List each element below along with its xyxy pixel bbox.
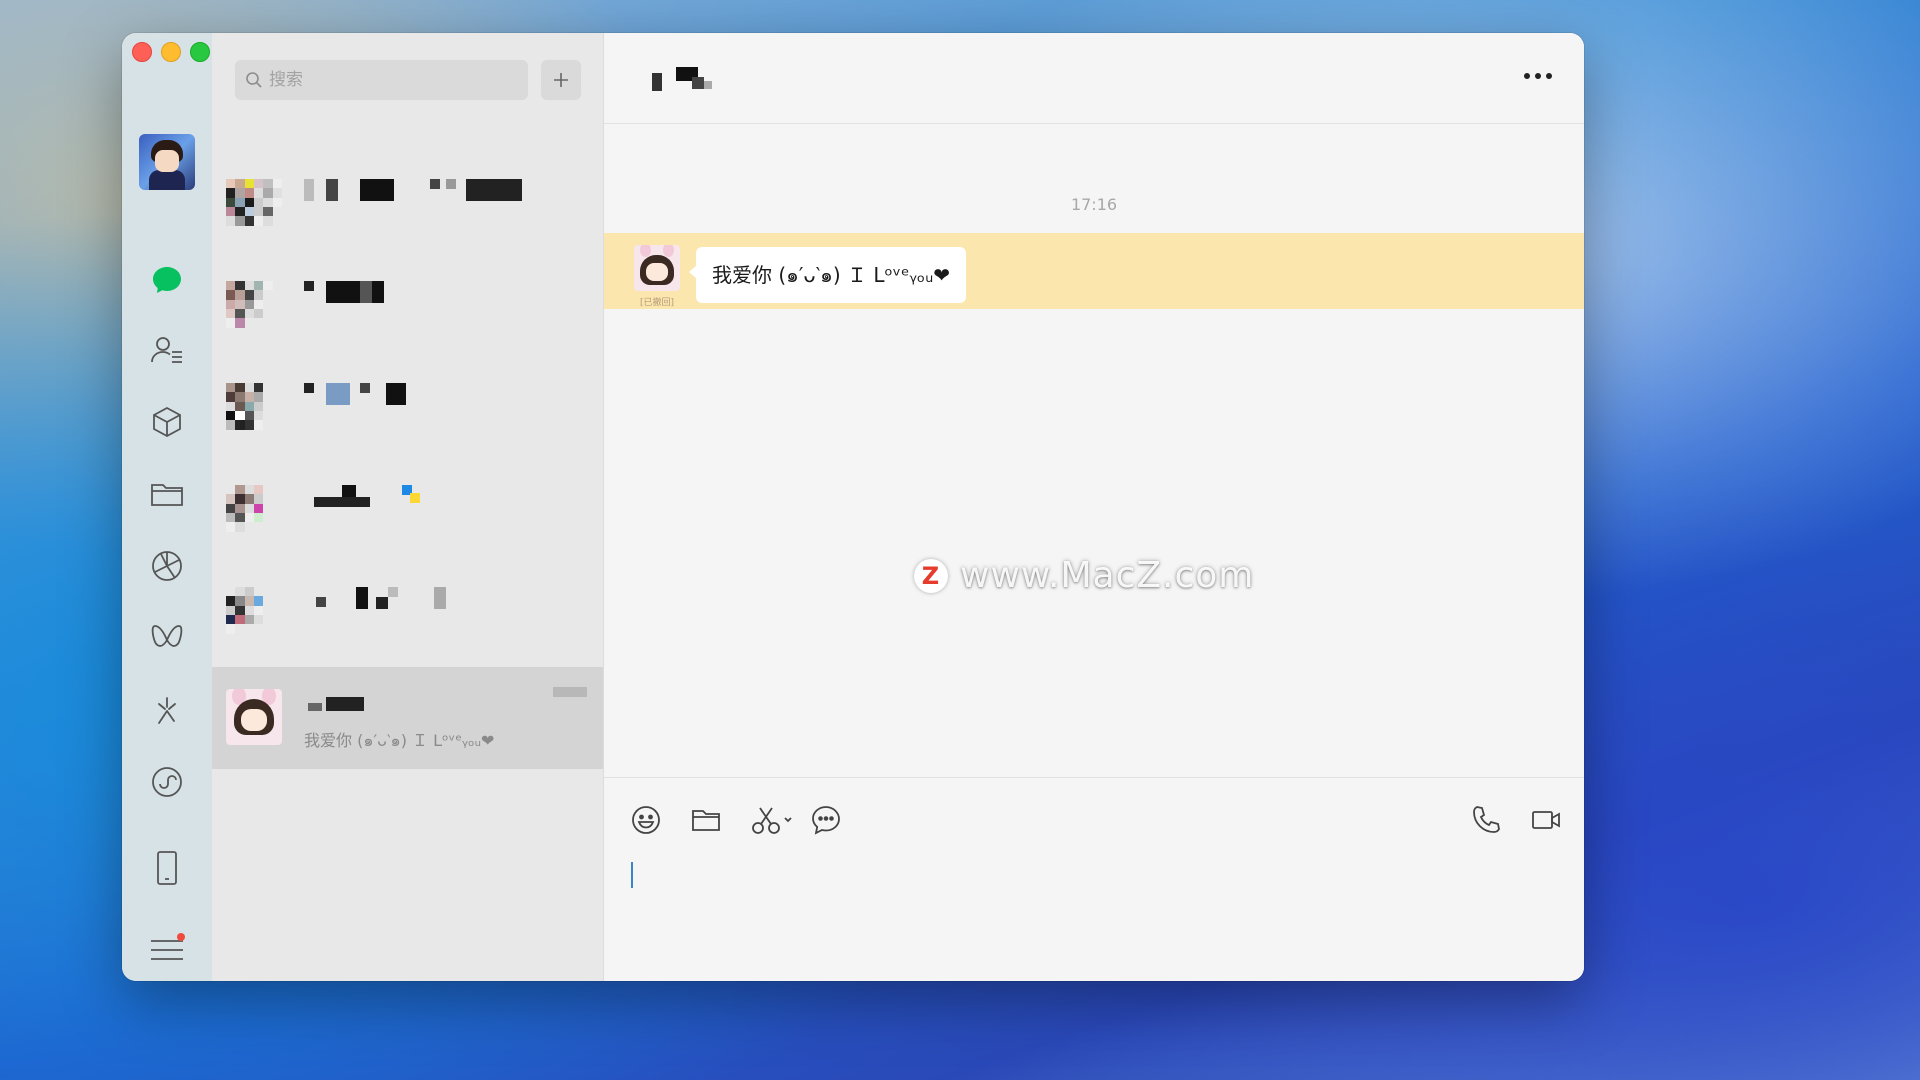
- wechat-window: 我爱你 (๑′ᴗ‵๑) Ｉ Lᵒᵛᵉᵧₒᵤ❤ 17:16 [已撤回] 我爱你 (…: [122, 33, 1584, 981]
- conversation-avatar: [226, 689, 282, 745]
- watermark: Z www.MacZ.com: [914, 555, 1254, 596]
- mini-program-icon[interactable]: [149, 764, 185, 800]
- conversation-item[interactable]: [212, 157, 603, 259]
- message-bubble-icon: [812, 806, 840, 835]
- minimize-window-button[interactable]: [161, 42, 181, 62]
- search-box[interactable]: [235, 60, 528, 100]
- conversation-avatar: [226, 383, 282, 439]
- conversation-item[interactable]: [212, 463, 603, 565]
- highlighted-message-row: [已撤回] 我爱你 (๑′ᴗ‵๑) Ｉ Lᵒᵛᵉᵧₒᵤ❤: [604, 233, 1584, 309]
- send-file-button[interactable]: [688, 802, 724, 838]
- zoom-window-button[interactable]: [190, 42, 210, 62]
- phone-device-icon[interactable]: [149, 850, 185, 886]
- search-icon: [246, 72, 262, 88]
- screenshot-button[interactable]: [748, 802, 796, 838]
- close-window-button[interactable]: [132, 42, 152, 62]
- conversation-list-panel: 我爱你 (๑′ᴗ‵๑) Ｉ Lᵒᵛᵉᵧₒᵤ❤: [212, 33, 604, 981]
- conversation-avatar: [226, 587, 282, 643]
- more-dots-icon: [1524, 73, 1552, 79]
- watermark-text: www.MacZ.com: [960, 555, 1255, 596]
- moments-aperture-icon[interactable]: [149, 548, 185, 584]
- add-button[interactable]: [541, 60, 581, 100]
- conversation-item[interactable]: [212, 361, 603, 463]
- conversation-item[interactable]: [212, 259, 603, 361]
- video-camera-icon: [1532, 811, 1560, 829]
- watermark-logo: Z: [914, 558, 948, 593]
- cube-icon[interactable]: [149, 404, 185, 440]
- chat-title-redacted: [652, 67, 712, 91]
- plus-icon: [554, 73, 568, 87]
- notification-badge: [177, 933, 185, 941]
- conversation-preview: 我爱你 (๑′ᴗ‵๑) Ｉ Lᵒᵛᵉᵧₒᵤ❤: [304, 731, 495, 750]
- folder-icon: [692, 810, 720, 831]
- conversation-item[interactable]: [212, 565, 603, 667]
- nav-rail: [122, 33, 213, 981]
- menu-icon[interactable]: [149, 932, 185, 968]
- chat-history-button[interactable]: [808, 802, 844, 838]
- search-spark-icon[interactable]: [149, 692, 185, 728]
- revoked-label: [已撤回]: [639, 298, 675, 308]
- conversation-item-selected[interactable]: 我爱你 (๑′ᴗ‵๑) Ｉ Lᵒᵛᵉᵧₒᵤ❤: [212, 667, 603, 769]
- phone-icon: [1473, 806, 1500, 833]
- scissors-icon: [752, 807, 792, 834]
- video-call-button[interactable]: [1528, 802, 1564, 838]
- message-timestamp: 17:16: [1070, 195, 1118, 214]
- message-input[interactable]: [630, 858, 1554, 962]
- conversation-avatar: [226, 485, 282, 541]
- search-input[interactable]: [267, 69, 511, 91]
- sender-avatar[interactable]: [634, 245, 680, 291]
- channels-butterfly-icon[interactable]: [149, 620, 185, 656]
- message-composer: [604, 777, 1584, 981]
- conversation-avatar: [226, 179, 282, 235]
- chat-pane: 17:16 [已撤回] 我爱你 (๑′ᴗ‵๑) Ｉ Lᵒᵛᵉᵧₒᵤ❤ Z www…: [604, 33, 1584, 981]
- message-bubble[interactable]: 我爱你 (๑′ᴗ‵๑) Ｉ Lᵒᵛᵉᵧₒᵤ❤: [688, 247, 967, 303]
- conversation-time-redacted: [553, 687, 587, 697]
- window-controls: [132, 42, 210, 62]
- more-options-button[interactable]: [1520, 63, 1556, 89]
- voice-call-button[interactable]: [1468, 802, 1504, 838]
- contacts-icon[interactable]: [149, 332, 185, 368]
- folder-icon[interactable]: [149, 476, 185, 512]
- emoji-icon: [632, 806, 660, 834]
- chat-header: [604, 33, 1584, 124]
- conversation-avatar: [226, 281, 282, 337]
- user-avatar[interactable]: [139, 134, 195, 190]
- emoji-button[interactable]: [628, 802, 664, 838]
- chat-icon[interactable]: [149, 262, 185, 298]
